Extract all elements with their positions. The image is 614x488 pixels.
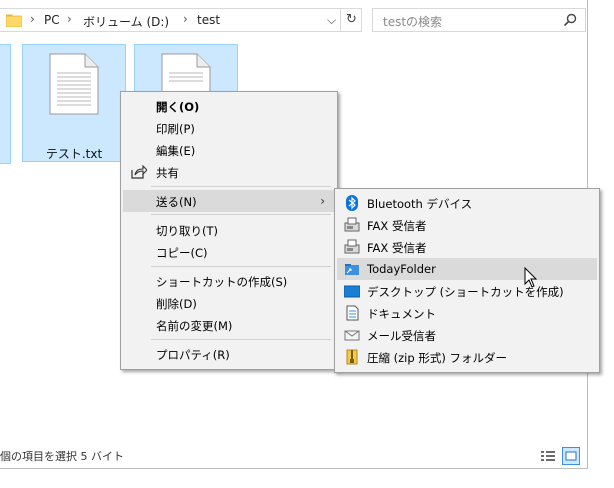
menu-item-delete[interactable]: 削除(D) [123,292,335,314]
menu-item-cut[interactable]: 切り取り(T) [123,219,335,241]
address-bar[interactable]: › PC › ボリューム (D:) › test ⌵ ↻ [0,8,362,32]
send-to-mail[interactable]: メール受信者 [337,324,597,346]
send-to-fax-1[interactable]: FAX 受信者 [337,214,597,236]
context-menu: 開く(O) 印刷(P) 編集(E) 共有 送る(N) › 切り取り(T) コピー… [120,91,338,370]
share-icon [131,165,147,179]
send-to-documents[interactable]: ドキュメント [337,302,597,324]
send-to-todayfolder[interactable]: TodayFolder [337,258,597,280]
send-to-bluetooth[interactable]: Bluetooth デバイス [337,192,597,214]
menu-separator [151,339,331,340]
document-icon [346,305,359,321]
file-tile-test-txt[interactable]: テスト.txt [22,44,126,162]
menu-item-create-shortcut[interactable]: ショートカットの作成(S) [123,270,335,292]
breadcrumb-separator-icon: › [183,12,188,26]
large-icons-view-icon[interactable] [562,447,580,465]
menu-separator [151,266,331,267]
menu-item-edit[interactable]: 編集(E) [123,139,335,161]
menu-separator [151,186,331,187]
menu-item-properties[interactable]: プロパティ(R) [123,343,335,365]
breadcrumb-separator-icon: › [30,12,35,26]
fax-icon [344,217,360,232]
breadcrumb-test[interactable]: test [197,13,220,27]
desktop-icon [344,285,360,298]
refresh-icon[interactable]: ↻ [340,9,362,31]
chevron-down-icon[interactable]: ⌵ [327,13,336,28]
folder-icon [6,14,22,27]
menu-separator [151,214,331,215]
fax-icon [344,239,360,254]
menu-item-rename[interactable]: 名前の変更(M) [123,314,335,336]
breadcrumb-separator-icon: › [67,12,72,26]
bluetooth-icon [346,195,358,211]
menu-item-print[interactable]: 印刷(P) [123,117,335,139]
menu-item-send-to[interactable]: 送る(N) › [123,190,335,212]
mouse-cursor-icon [524,267,538,288]
mail-icon [344,330,360,341]
menu-item-copy[interactable]: コピー(C) [123,241,335,263]
navigation-row: › PC › ボリューム (D:) › test ⌵ ↻ testの検索 [0,6,587,34]
send-to-zip[interactable]: 圧縮 (zip 形式) フォルダー [337,346,597,368]
menu-item-share[interactable]: 共有 [123,161,335,183]
text-file-icon [49,53,99,115]
details-view-icon[interactable] [540,448,556,464]
submenu-arrow-icon: › [320,194,325,208]
status-bar: 個の項目を選択 5 バイト [0,447,587,467]
send-to-desktop[interactable]: デスクトップ (ショートカットを作成) [337,280,597,302]
breadcrumb-volume[interactable]: ボリューム (D:) [83,13,169,30]
send-to-fax-2[interactable]: FAX 受信者 [337,236,597,258]
zip-folder-icon [346,349,358,365]
folder-shortcut-icon [345,264,359,275]
send-to-submenu: Bluetooth デバイス FAX 受信者 FAX 受信者 TodayFold… [334,188,600,373]
status-text: 個の項目を選択 5 バイト [0,450,124,463]
menu-item-open[interactable]: 開く(O) [123,95,335,117]
file-name-label: テスト.txt [45,147,103,161]
search-input[interactable]: testの検索 [372,8,586,32]
search-placeholder: testの検索 [383,15,443,29]
search-icon[interactable] [563,13,577,27]
breadcrumb-pc[interactable]: PC [44,13,60,27]
file-tile-partial[interactable] [0,44,11,164]
